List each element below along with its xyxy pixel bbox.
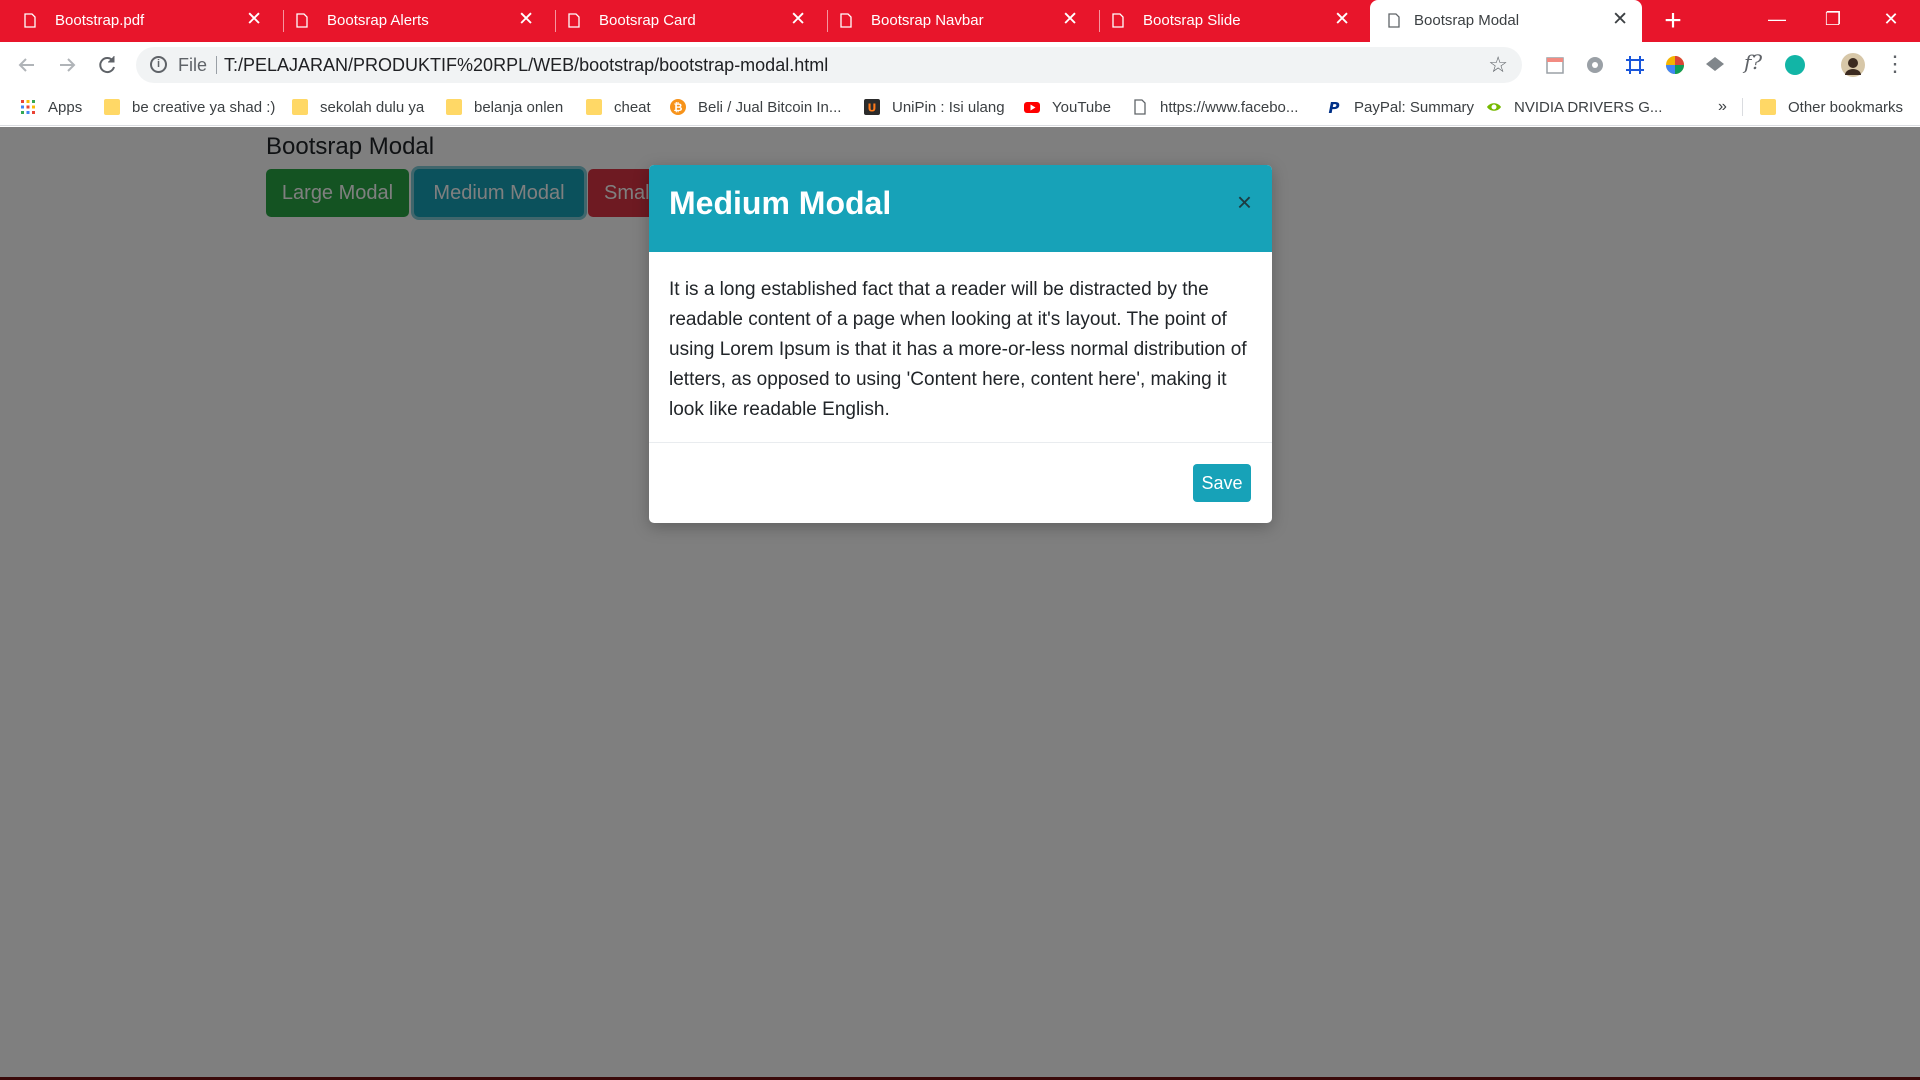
color-wheel-extension-icon[interactable] [1664, 54, 1686, 76]
tab-strip: Bootstrap.pdf ✕ Bootsrap Alerts ✕ Bootsr… [0, 0, 1920, 42]
bookmark-label: Apps [48, 98, 83, 116]
formula-extension-icon[interactable]: f? [1744, 50, 1766, 74]
profile-avatar[interactable] [1840, 52, 1866, 78]
document-icon [296, 13, 308, 28]
tab-title: Bootstrap.pdf [55, 12, 145, 29]
tab-bootstrap-pdf[interactable]: Bootstrap.pdf ✕ [0, 0, 276, 42]
folder-icon [586, 99, 602, 115]
gear-extension-icon[interactable] [1584, 54, 1606, 76]
document-icon [568, 13, 580, 28]
bookmark-facebook[interactable]: https://www.facebo... [1132, 94, 1298, 120]
bookmark-label: be creative ya shad :) [132, 98, 276, 116]
bookmark-label: https://www.facebo... [1160, 98, 1299, 116]
svg-text:P: P [1329, 99, 1340, 115]
tab-title: Bootsrap Alerts [327, 12, 429, 29]
modal-dialog: Medium Modal × It is a long established … [649, 165, 1272, 523]
address-bar[interactable]: i File T:/PELAJARAN/PRODUKTIF%20RPL/WEB/… [136, 47, 1522, 83]
folder-icon [1760, 99, 1776, 115]
maximize-button[interactable]: ❐ [1808, 0, 1858, 40]
bookmark-apps[interactable]: Apps [20, 94, 82, 120]
folder-icon [292, 99, 308, 115]
bookmark-paypal[interactable]: P PayPal: Summary [1326, 94, 1475, 120]
apps-grid-icon [21, 100, 35, 114]
tab-title: Bootsrap Navbar [871, 12, 984, 29]
tab-bootsrap-alerts[interactable]: Bootsrap Alerts ✕ [272, 0, 548, 42]
back-arrow-icon[interactable] [14, 52, 40, 78]
tab-bootsrap-navbar[interactable]: Bootsrap Navbar ✕ [816, 0, 1092, 42]
bookmark-folder-sekolah[interactable]: sekolah dulu ya [292, 94, 424, 120]
window-close-button[interactable]: ✕ [1866, 0, 1916, 40]
nvidia-icon [1487, 103, 1501, 111]
save-button[interactable]: Save [1193, 464, 1251, 502]
bookmark-label: Other bookmarks [1788, 98, 1904, 116]
bookmark-label: cheat [614, 98, 651, 116]
document-icon [840, 13, 852, 28]
url-text[interactable]: T:/PELAJARAN/PRODUKTIF%20RPL/WEB/bootstr… [224, 55, 828, 76]
forward-arrow-icon[interactable] [54, 52, 80, 78]
tab-bootsrap-card[interactable]: Bootsrap Card ✕ [544, 0, 820, 42]
svg-text:U: U [868, 102, 877, 115]
bookmarks-bar: Apps be creative ya shad :) sekolah dulu… [0, 88, 1920, 126]
bookmark-folder-cheat[interactable]: cheat [586, 94, 651, 120]
folder-icon [104, 99, 120, 115]
youtube-icon [1024, 102, 1040, 113]
info-icon[interactable]: i [150, 56, 167, 73]
modal-title: Medium Modal [669, 185, 892, 221]
folder-icon [446, 99, 462, 115]
tab-close-icon[interactable]: ✕ [518, 9, 534, 31]
bookmark-nvidia[interactable]: NVIDIA DRIVERS G... [1486, 94, 1662, 120]
bookmark-star-icon[interactable]: ☆ [1488, 52, 1508, 78]
bitcoin-icon: ₿ [670, 99, 686, 115]
bookmark-folder-be-creative[interactable]: be creative ya shad :) [104, 94, 275, 120]
bookmark-label: PayPal: Summary [1354, 98, 1475, 116]
tab-close-icon[interactable]: ✕ [1334, 9, 1350, 31]
document-icon [1112, 13, 1124, 28]
calendar-extension-icon[interactable] [1544, 54, 1566, 76]
tab-close-icon[interactable]: ✕ [1612, 9, 1628, 31]
bookmark-label: NVIDIA DRIVERS G... [1514, 98, 1663, 116]
bookmark-label: sekolah dulu ya [320, 98, 425, 116]
document-icon [1388, 13, 1400, 28]
bookmark-label: Beli / Jual Bitcoin In... [698, 98, 842, 116]
bookmark-bitcoin[interactable]: ₿ Beli / Jual Bitcoin In... [670, 94, 841, 120]
tab-close-icon[interactable]: ✕ [246, 9, 262, 31]
svg-text:₿: ₿ [674, 101, 683, 114]
modal-footer-divider [649, 442, 1272, 443]
bookmark-label: belanja onlen [474, 98, 564, 116]
layers-extension-icon[interactable] [1704, 54, 1726, 76]
tab-title: Bootsrap Card [599, 12, 696, 29]
modal-header: Medium Modal × [649, 165, 1272, 252]
bookmarks-separator [1742, 98, 1743, 116]
minimize-button[interactable]: — [1752, 0, 1802, 40]
bookmarks-overflow-button[interactable]: » [1718, 98, 1727, 116]
tab-bootsrap-slide[interactable]: Bootsrap Slide ✕ [1088, 0, 1364, 42]
document-icon [24, 13, 36, 28]
modal-close-icon[interactable]: × [1237, 189, 1252, 215]
browser-toolbar: i File T:/PELAJARAN/PRODUKTIF%20RPL/WEB/… [0, 42, 1920, 88]
unipin-icon: U [864, 99, 880, 115]
tab-bootsrap-modal[interactable]: Bootsrap Modal ✕ [1370, 0, 1642, 42]
reload-icon[interactable] [94, 52, 120, 78]
new-tab-button[interactable]: + [1656, 4, 1690, 38]
paypal-icon: P [1329, 99, 1340, 115]
bookmark-label: YouTube [1052, 98, 1111, 116]
browser-menu-icon[interactable]: ⋮ [1884, 52, 1906, 76]
bookmark-other-bookmarks[interactable]: Other bookmarks [1760, 94, 1903, 120]
tab-title: Bootsrap Modal [1414, 12, 1520, 29]
bookmark-youtube[interactable]: YouTube [1024, 94, 1111, 120]
bookmark-folder-belanja[interactable]: belanja onlen [446, 94, 563, 120]
bookmark-unipin[interactable]: U UniPin : Isi ulang [864, 94, 1005, 120]
tab-close-icon[interactable]: ✕ [790, 9, 806, 31]
modal-body-text: It is a long established fact that a rea… [669, 279, 1247, 420]
bookmark-label: UniPin : Isi ulang [892, 98, 1005, 116]
tab-close-icon[interactable]: ✕ [1062, 9, 1078, 31]
omnibox-separator [216, 56, 217, 74]
scheme-label: File [178, 55, 208, 75]
tab-title: Bootsrap Slide [1143, 12, 1241, 29]
page-icon [1134, 99, 1146, 115]
grid-extension-icon[interactable] [1624, 54, 1646, 76]
circle-extension-icon[interactable] [1784, 54, 1806, 76]
